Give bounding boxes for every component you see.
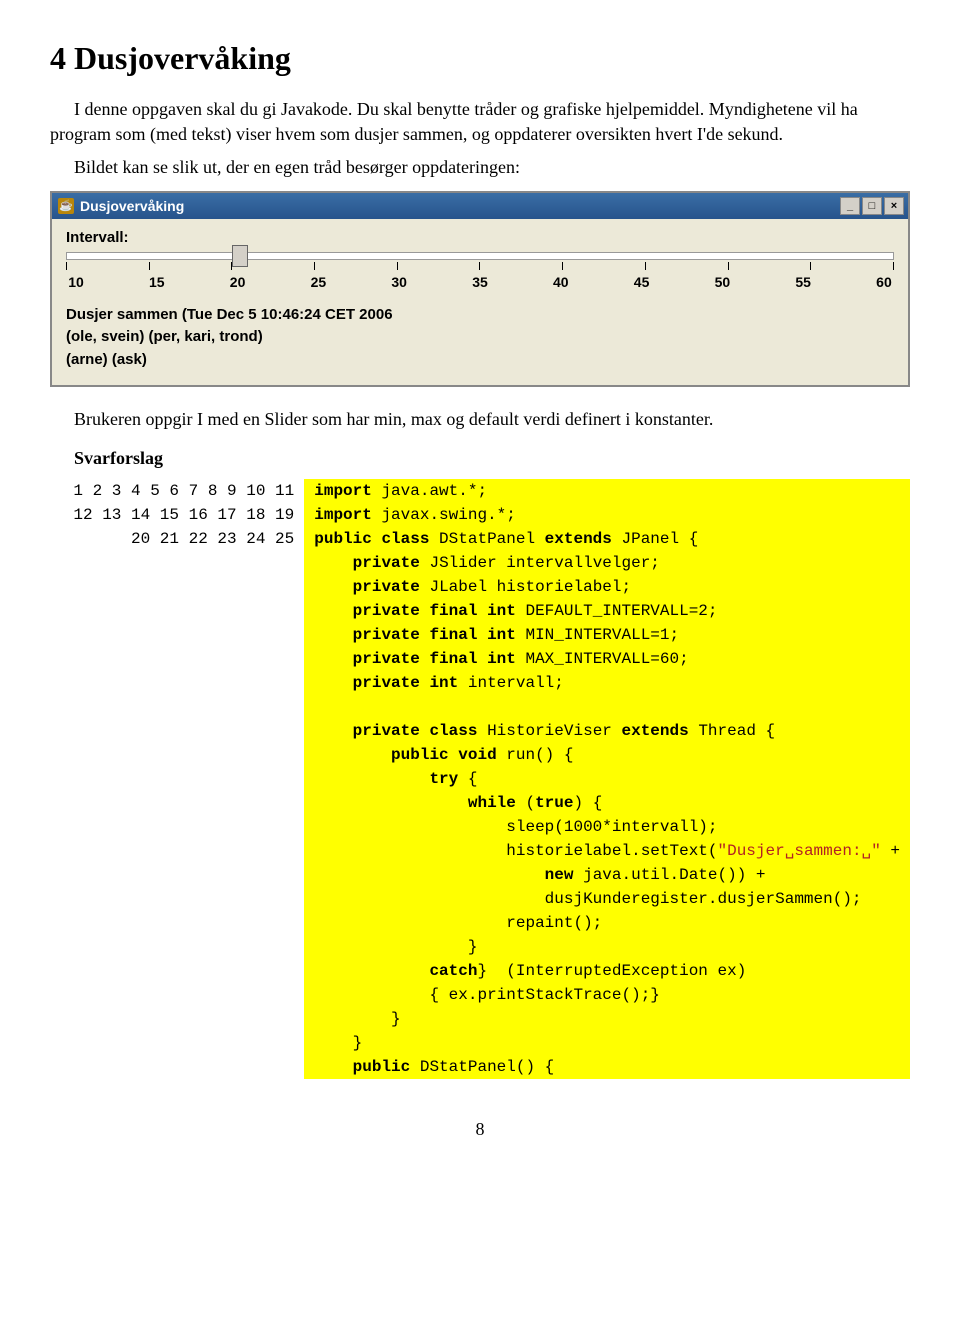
window-titlebar[interactable]: ☕ Dusjovervåking _ □ × [52, 193, 908, 219]
page-number: 8 [50, 1119, 910, 1140]
window-content: Intervall: 1015202530354045505560 Dusjer… [52, 219, 908, 386]
status-text: Dusjer sammen (Tue Dec 5 10:46:24 CET 20… [66, 304, 894, 372]
status-line-3: (arne) (ask) [66, 349, 894, 372]
slider-ticks [66, 262, 894, 272]
maximize-button[interactable]: □ [862, 197, 882, 215]
intervall-slider[interactable] [66, 252, 894, 260]
code-block: 1 2 3 4 5 6 7 8 9 10 11 12 13 14 15 16 1… [50, 479, 910, 1079]
minimize-button[interactable]: _ [840, 197, 860, 215]
intervall-label: Intervall: [66, 229, 894, 246]
app-window: ☕ Dusjovervåking _ □ × Intervall: 101520… [50, 191, 910, 388]
intro-paragraph-2: Bildet kan se slik ut, der en egen tråd … [50, 155, 910, 180]
post-image-paragraph: Brukeren oppgir I med en Slider som har … [50, 407, 910, 432]
section-heading: 4 Dusjovervåking [50, 40, 910, 77]
status-line-1: Dusjer sammen (Tue Dec 5 10:46:24 CET 20… [66, 304, 894, 327]
code-content: import java.awt.*; import javax.swing.*;… [304, 479, 910, 1079]
status-line-2: (ole, svein) (per, kari, trond) [66, 326, 894, 349]
svarforslag-heading: Svarforslag [74, 446, 910, 471]
window-title: Dusjovervåking [80, 198, 838, 214]
line-numbers: 1 2 3 4 5 6 7 8 9 10 11 12 13 14 15 16 1… [50, 479, 304, 1079]
java-cup-icon: ☕ [58, 198, 74, 214]
slider-tick-labels: 1015202530354045505560 [66, 274, 894, 290]
close-button[interactable]: × [884, 197, 904, 215]
intro-paragraph-1: I denne oppgaven skal du gi Javakode. Du… [50, 97, 910, 147]
